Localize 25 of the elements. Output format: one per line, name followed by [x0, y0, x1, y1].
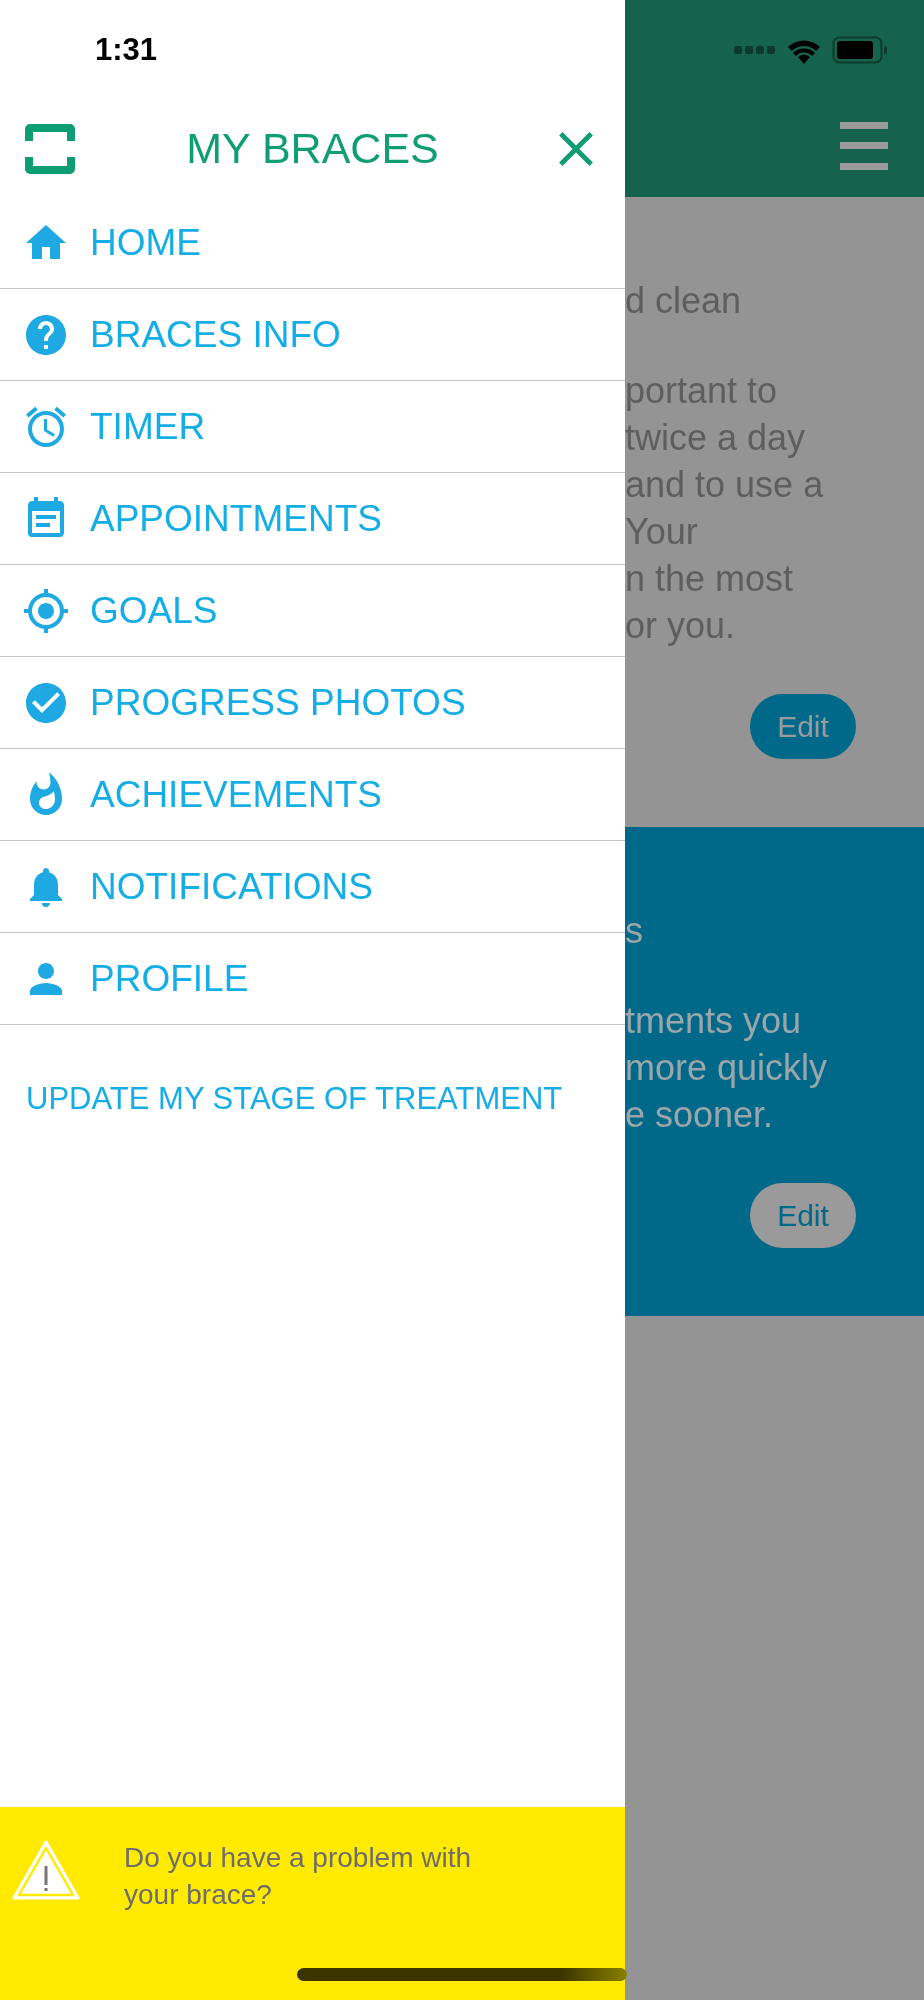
card-text-line: e sooner.: [625, 1093, 775, 1137]
status-time: 1:31: [95, 32, 158, 68]
menu-item[interactable]: PROGRESS PHOTOS: [0, 657, 625, 749]
battery-icon: [832, 36, 888, 64]
menu-item[interactable]: NOTIFICATIONS: [0, 841, 625, 933]
warning-icon: [12, 1839, 80, 1901]
menu-item[interactable]: HOME: [0, 197, 625, 289]
problem-text: Do you have a problem with your brace?: [124, 1841, 473, 1912]
update-stage-link[interactable]: UPDATE MY STAGE OF TREATMENT: [26, 1081, 563, 1117]
edit-button[interactable]: Edit: [750, 694, 856, 759]
drawer-title: MY BRACES: [186, 124, 439, 173]
target-icon: [22, 586, 70, 635]
menu-item[interactable]: PROFILE: [0, 933, 625, 1025]
card-title: s: [625, 909, 644, 953]
menu-icon[interactable]: [840, 122, 888, 170]
edit-button[interactable]: Edit: [750, 1183, 856, 1248]
menu-item[interactable]: APPOINTMENTS: [0, 473, 625, 565]
menu-item[interactable]: GOALS: [0, 565, 625, 657]
menu-item[interactable]: BRACES INFO: [0, 289, 625, 381]
card-text-line: more quickly: [625, 1046, 829, 1090]
card-text-line: tments you: [625, 999, 803, 1043]
problem-banner[interactable]: Do you have a problem with your brace?: [0, 1807, 625, 2000]
signal-icon: [734, 46, 776, 54]
menu-item[interactable]: ACHIEVEMENTS: [0, 749, 625, 841]
menu-item[interactable]: TIMER: [0, 381, 625, 473]
